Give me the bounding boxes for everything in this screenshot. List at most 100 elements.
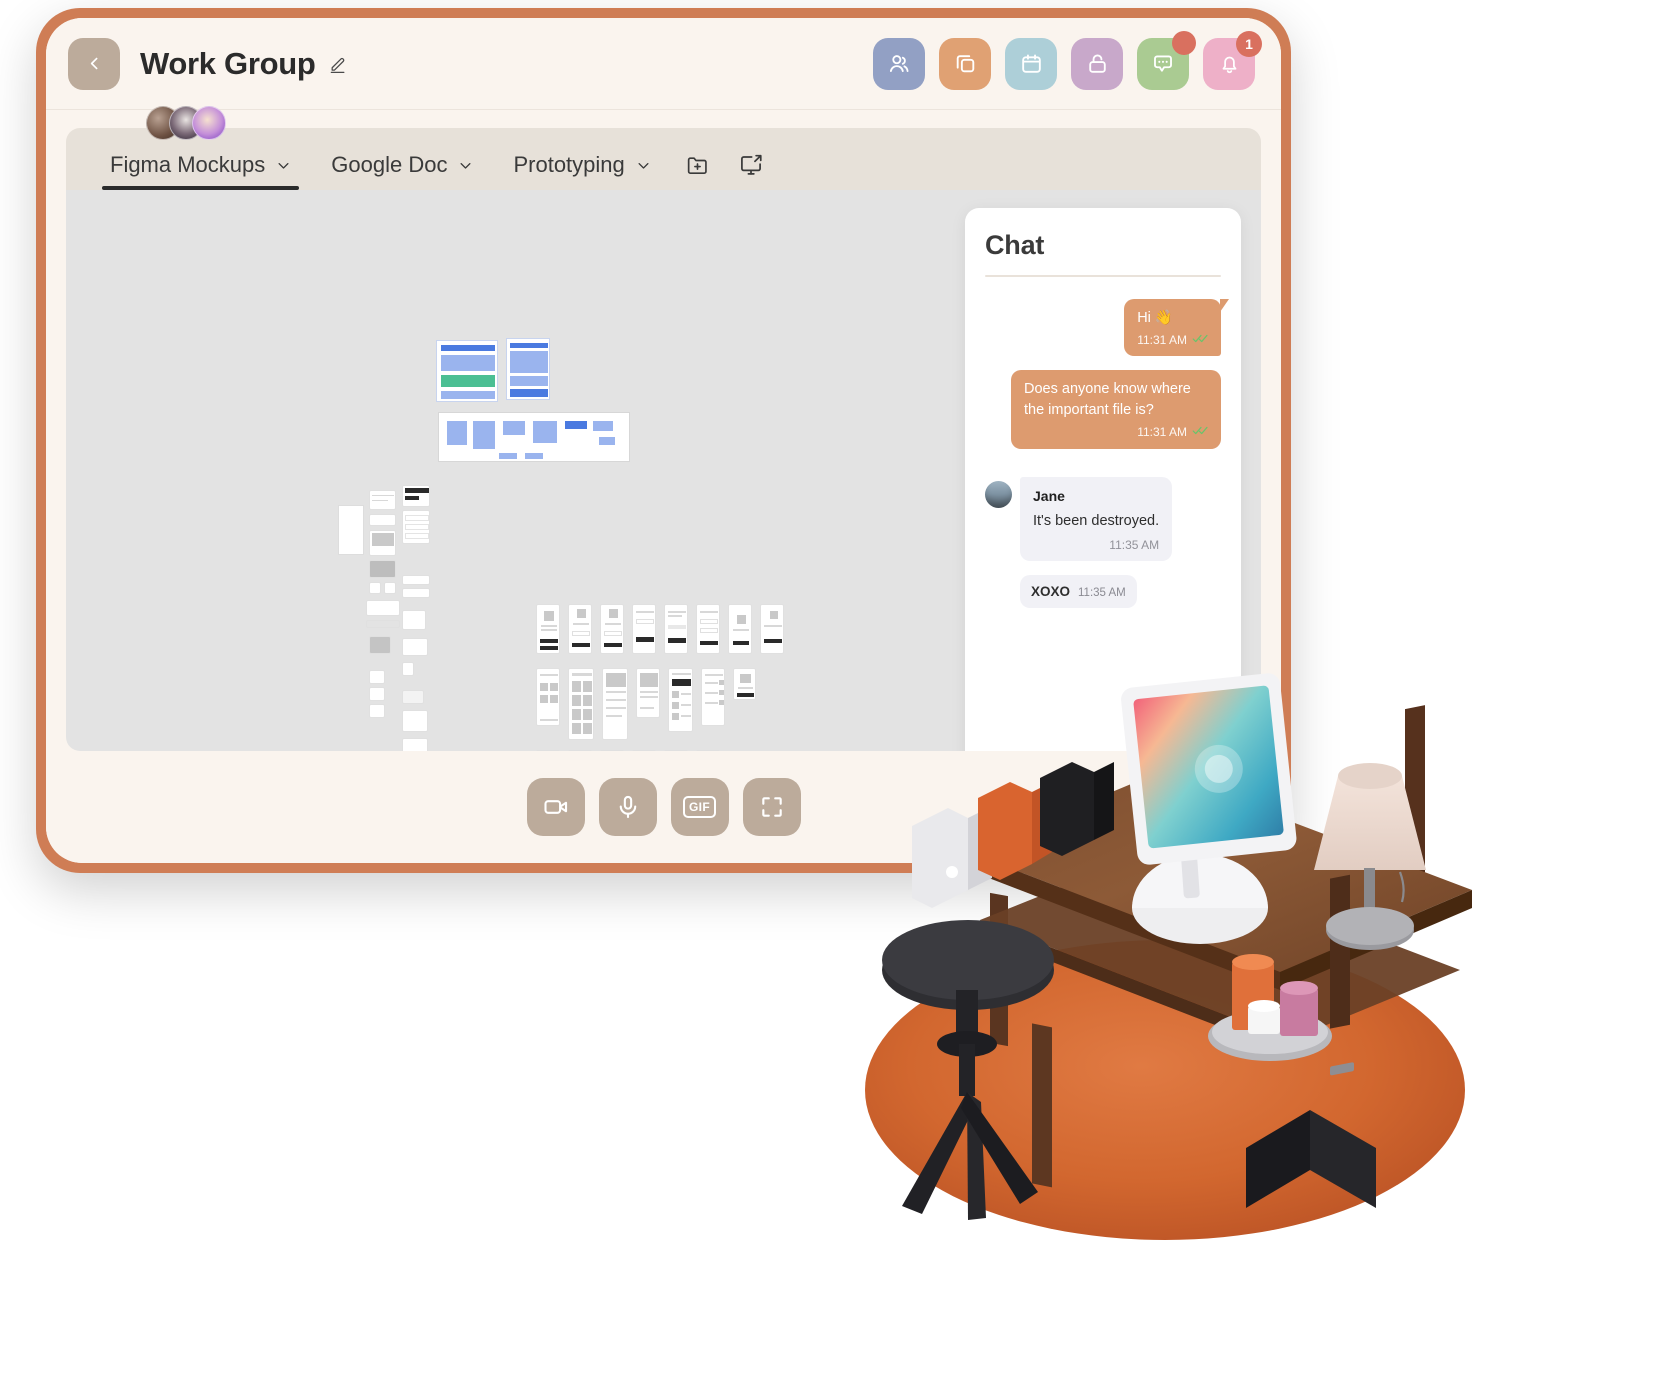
back-button[interactable] bbox=[68, 37, 120, 90]
files-button[interactable] bbox=[939, 37, 991, 90]
wireframe-frame[interactable] bbox=[402, 738, 428, 751]
app-top-bar: Work Group 1 bbox=[46, 18, 1281, 110]
wireframe-frame[interactable] bbox=[369, 704, 385, 718]
new-folder-button[interactable] bbox=[671, 153, 724, 190]
wireframe-screen[interactable] bbox=[536, 750, 560, 751]
wireframe-screen[interactable] bbox=[664, 604, 688, 654]
wireframe-frame[interactable] bbox=[369, 582, 381, 594]
wireframe-frame[interactable] bbox=[369, 687, 385, 701]
chat-button[interactable] bbox=[1137, 30, 1196, 90]
chevron-left-icon bbox=[90, 57, 97, 70]
wireframe-frame[interactable] bbox=[402, 588, 430, 598]
read-receipt-icon bbox=[1192, 424, 1209, 441]
wireframe-board[interactable] bbox=[438, 412, 630, 462]
message-time: 11:35 AM bbox=[1078, 586, 1126, 599]
wireframe-frame[interactable] bbox=[366, 600, 400, 616]
wireframe-frame[interactable] bbox=[369, 670, 385, 684]
wireframe-frame[interactable] bbox=[384, 582, 396, 594]
wireframe-screen[interactable] bbox=[568, 604, 592, 654]
avatar bbox=[985, 480, 1012, 508]
candle-orange-top bbox=[1232, 954, 1274, 970]
isometric-desk-illustration bbox=[860, 640, 1580, 1340]
wireframe-screen[interactable] bbox=[600, 604, 624, 654]
fullscreen-toggle-button[interactable] bbox=[742, 778, 801, 836]
present-button[interactable] bbox=[724, 152, 778, 190]
wireframe-screen[interactable] bbox=[760, 604, 784, 654]
wireframe-screen[interactable] bbox=[602, 668, 628, 740]
wireframe-screen[interactable] bbox=[600, 750, 624, 751]
tab-label: Figma Mockups bbox=[110, 152, 266, 177]
chat-panel-title: Chat bbox=[985, 230, 1045, 260]
wireframe-frame[interactable] bbox=[369, 530, 396, 556]
stool-seat-top bbox=[882, 920, 1054, 1000]
wireframe-frame[interactable] bbox=[402, 510, 430, 544]
notifications-button[interactable]: 1 bbox=[1203, 30, 1262, 90]
screen-share-icon bbox=[740, 154, 762, 175]
wireframe-screen[interactable] bbox=[696, 604, 720, 654]
message-text: It's been destroyed. bbox=[1033, 512, 1160, 529]
wireframe-frame[interactable] bbox=[402, 485, 430, 507]
desk-scene-svg bbox=[865, 673, 1472, 1240]
wireframe-frame[interactable] bbox=[366, 620, 400, 628]
microphone-toggle-button[interactable] bbox=[598, 778, 657, 836]
wireframe-frame[interactable] bbox=[402, 710, 428, 732]
title-group: Work Group bbox=[140, 46, 348, 82]
wireframe-screen[interactable] bbox=[632, 604, 656, 654]
wireframe-screen[interactable] bbox=[636, 668, 660, 718]
calendar-button[interactable] bbox=[1005, 37, 1057, 90]
binder-black bbox=[1040, 762, 1094, 856]
wireframe-screen[interactable] bbox=[632, 750, 656, 751]
copy-icon bbox=[956, 55, 974, 73]
tab-figma-mockups[interactable]: Figma Mockups bbox=[90, 128, 311, 190]
people-icon bbox=[889, 54, 909, 72]
tab-prototyping[interactable]: Prototyping bbox=[493, 128, 670, 190]
lock-button[interactable] bbox=[1071, 37, 1123, 90]
tab-label: Prototyping bbox=[513, 152, 625, 177]
wireframe-screen[interactable] bbox=[733, 668, 756, 700]
wireframe-frame[interactable] bbox=[369, 636, 391, 654]
wireframe-frame[interactable] bbox=[402, 690, 424, 704]
wireframe-screen[interactable] bbox=[568, 750, 592, 751]
chat-message: Jane It's been destroyed. 11:35 AM bbox=[985, 476, 1221, 561]
gif-picker-button[interactable]: GIF bbox=[670, 778, 729, 836]
message-time: 11:31 AM bbox=[1137, 333, 1187, 348]
wireframe-screen[interactable] bbox=[728, 604, 752, 654]
chat-bubble-icon bbox=[1154, 54, 1172, 72]
wireframe-frame[interactable] bbox=[402, 638, 428, 656]
wireframe-frame[interactable] bbox=[369, 560, 396, 578]
outgoing-bubble: Hi 👋 11:31 AM bbox=[1124, 299, 1229, 357]
wireframe-frame[interactable] bbox=[369, 490, 396, 510]
lamp-shade-top bbox=[1338, 763, 1402, 789]
video-toggle-button[interactable] bbox=[526, 778, 585, 836]
tab-label: Google Doc bbox=[331, 152, 448, 177]
binder-black-side bbox=[1094, 762, 1114, 840]
binder-orange bbox=[978, 782, 1032, 880]
members-button[interactable] bbox=[873, 37, 925, 90]
chat-message: Hi 👋 11:31 AM bbox=[985, 299, 1229, 357]
video-camera-icon bbox=[543, 800, 567, 814]
tab-google-doc[interactable]: Google Doc bbox=[311, 128, 493, 190]
desk-leg-front bbox=[1032, 1023, 1052, 1188]
chevron-down-icon bbox=[460, 162, 471, 169]
wireframe-screen[interactable] bbox=[568, 668, 594, 740]
wireframe-screen[interactable] bbox=[696, 750, 720, 751]
chevron-down-icon bbox=[278, 162, 289, 169]
wireframe-frame[interactable] bbox=[402, 575, 430, 585]
wireframe-screen[interactable] bbox=[536, 604, 560, 654]
wireframe-screen[interactable] bbox=[668, 668, 693, 732]
wireframe-screen[interactable] bbox=[664, 750, 688, 751]
read-receipt-icon bbox=[1192, 332, 1209, 349]
message-sender: Jane bbox=[1033, 487, 1065, 504]
tablet-device bbox=[1121, 673, 1297, 865]
calendar-icon bbox=[1021, 54, 1041, 73]
wireframe-frame[interactable] bbox=[402, 610, 426, 630]
wireframe-screen[interactable] bbox=[701, 668, 725, 726]
wireframe-board[interactable] bbox=[506, 338, 550, 400]
wireframe-frame[interactable] bbox=[369, 514, 396, 526]
wireframe-board[interactable] bbox=[436, 340, 498, 402]
wireframe-frame[interactable] bbox=[402, 662, 414, 676]
pencil-edit-icon[interactable] bbox=[328, 54, 348, 74]
wireframe-frame[interactable] bbox=[338, 505, 364, 555]
microphone-icon bbox=[619, 795, 636, 819]
wireframe-screen[interactable] bbox=[536, 668, 560, 726]
